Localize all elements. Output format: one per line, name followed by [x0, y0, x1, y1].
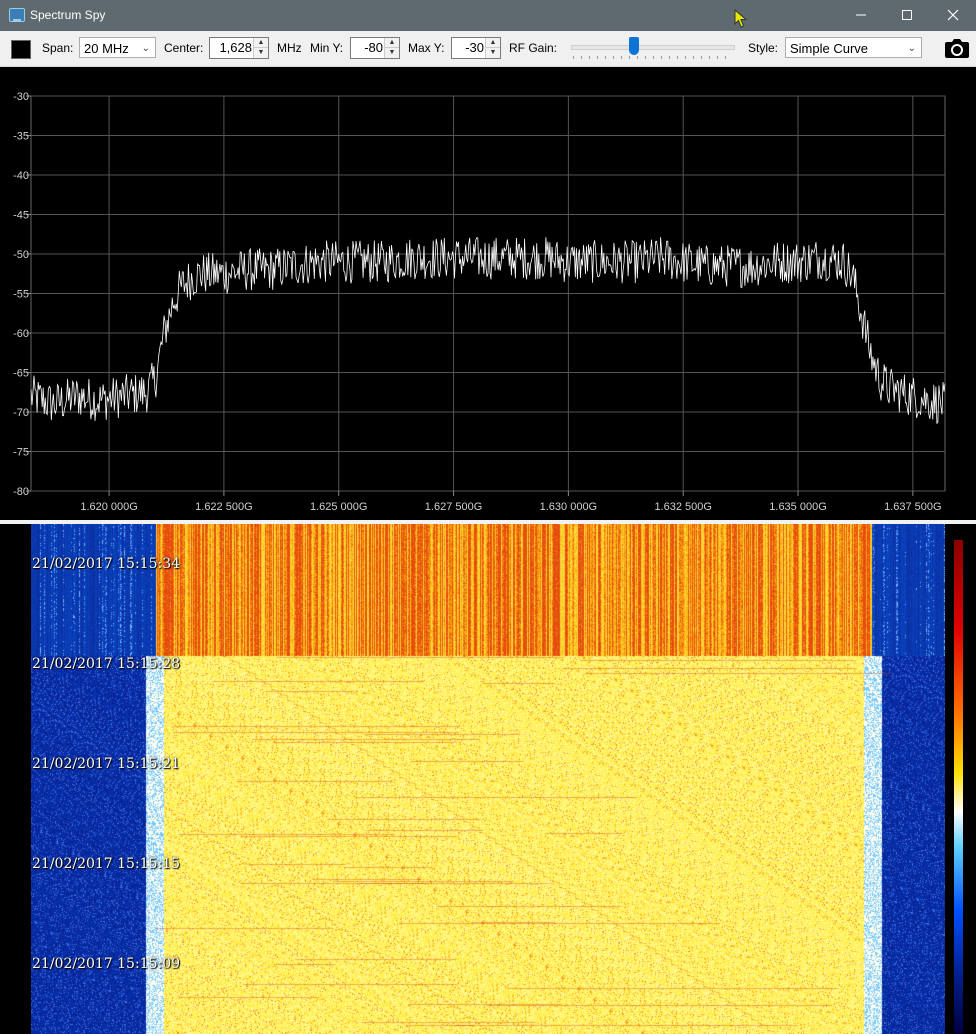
rfgain-slider[interactable]: [571, 37, 735, 59]
style-select[interactable]: Simple Curve ⌄: [785, 37, 922, 58]
stepper-down-icon[interactable]: ▼: [385, 48, 399, 57]
miny-label: Min Y:: [310, 41, 344, 55]
toolbar: Span: 20 MHz ⌄ Center: 1,628 ▲ ▼ MHz Min …: [0, 31, 976, 67]
stepper-down-icon[interactable]: ▼: [254, 48, 268, 57]
y-tick-label: -30: [13, 91, 29, 103]
spectrum-trace: [30, 237, 946, 425]
x-tick-label: 1.627 500G: [425, 501, 483, 513]
x-tick-label: 1.620 000G: [80, 501, 138, 513]
y-tick-label: -50: [13, 249, 29, 261]
x-tick-label: 1.625 000G: [310, 501, 368, 513]
chevron-down-icon: ⌄: [141, 43, 150, 54]
spectrum-plot: -30 -35 -40 -45 -50 -55 -60 -65 -70 -75 -80 1.620 0…: [13, 91, 946, 513]
close-icon: [947, 9, 959, 21]
waterfall-timestamp: 21/02/2017 15:15:34: [32, 556, 181, 572]
mouse-cursor-icon: [734, 9, 748, 28]
maxy-stepper[interactable]: -30 ▲ ▼: [451, 37, 501, 59]
miny-value: -80: [364, 40, 383, 55]
miny-stepper[interactable]: -80 ▲ ▼: [350, 37, 400, 59]
close-button[interactable]: [930, 0, 976, 31]
stepper-down-icon[interactable]: ▼: [486, 48, 500, 57]
y-tick-label: -70: [13, 407, 29, 419]
style-label: Style:: [748, 41, 779, 55]
x-tick-label: 1.637 500G: [884, 501, 942, 513]
span-select[interactable]: 20 MHz ⌄: [79, 37, 156, 58]
color-swatch-button[interactable]: [11, 40, 31, 59]
stepper-up-icon[interactable]: ▲: [385, 38, 399, 48]
span-label: Span:: [42, 41, 74, 55]
waterfall-display[interactable]: 21/02/2017 15:15:34 21/02/2017 15:15:28 …: [0, 524, 976, 1034]
app-icon: [9, 8, 25, 22]
x-tick-label: 1.632 500G: [654, 501, 712, 513]
y-tick-label: -75: [13, 447, 29, 459]
y-tick-label: -40: [13, 170, 29, 182]
center-label: Center:: [164, 41, 204, 55]
slider-ticks: [573, 56, 731, 59]
title-bar: Spectrum Spy: [0, 0, 976, 31]
spectrum-chart[interactable]: -30 -35 -40 -45 -50 -55 -60 -65 -70 -75 -80 1.620 0…: [0, 67, 976, 520]
maxy-label: Max Y:: [408, 41, 445, 55]
center-value: 1,628: [219, 40, 252, 55]
rfgain-label: RF Gain:: [509, 41, 558, 55]
camera-icon[interactable]: [944, 37, 970, 59]
stepper-up-icon[interactable]: ▲: [486, 38, 500, 48]
x-tick-label: 1.622 500G: [195, 501, 253, 513]
color-scale-bar: [954, 540, 963, 1034]
waterfall-timestamp: 21/02/2017 15:15:28: [32, 656, 181, 672]
y-tick-label: -60: [13, 328, 29, 340]
y-tick-label: -65: [13, 368, 29, 380]
y-tick-label: -35: [13, 131, 29, 143]
center-stepper[interactable]: 1,628 ▲ ▼: [209, 37, 269, 59]
maximize-icon: [902, 10, 912, 20]
style-select-value: Simple Curve: [790, 41, 869, 56]
waterfall-timestamp: 21/02/2017 15:15:21: [32, 756, 181, 772]
slider-thumb[interactable]: [628, 37, 639, 55]
waterfall-timestamp: 21/02/2017 15:15:15: [32, 856, 181, 872]
center-unit-label: MHz: [277, 41, 302, 55]
minimize-icon: [856, 14, 866, 16]
span-select-value: 20 MHz: [84, 41, 129, 56]
y-tick-label: -80: [13, 486, 29, 498]
y-tick-label: -55: [13, 289, 29, 301]
maxy-value: -30: [465, 40, 484, 55]
slider-track: [571, 45, 735, 50]
waterfall-timestamp: 21/02/2017 15:15:09: [32, 956, 181, 972]
y-tick-label: -45: [13, 210, 29, 222]
x-tick-label: 1.630 000G: [540, 501, 598, 513]
maximize-button[interactable]: [884, 0, 930, 31]
x-tick-label: 1.635 000G: [769, 501, 827, 513]
window-title: Spectrum Spy: [30, 8, 106, 22]
chevron-down-icon: ⌄: [907, 43, 916, 54]
minimize-button[interactable]: [838, 0, 884, 31]
stepper-up-icon[interactable]: ▲: [254, 38, 268, 48]
